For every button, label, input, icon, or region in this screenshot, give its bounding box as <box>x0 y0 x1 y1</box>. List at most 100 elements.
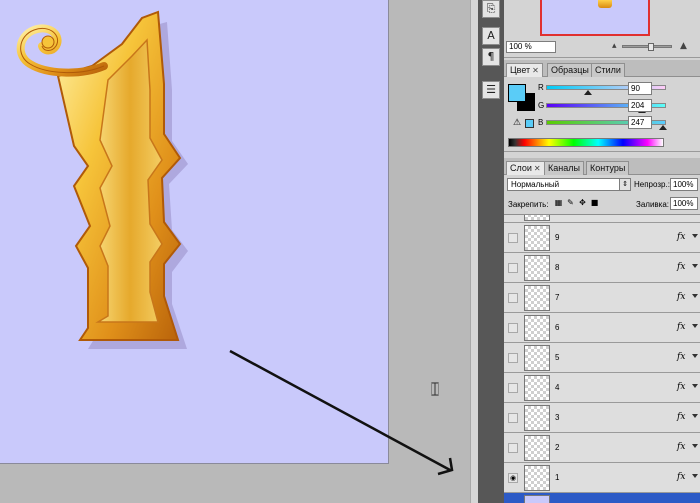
tab-swatches[interactable]: Образцы <box>547 63 593 77</box>
expand-arrow-icon[interactable] <box>692 264 698 268</box>
navigator-preview[interactable] <box>540 0 650 36</box>
red-value-field[interactable]: 90 <box>628 82 652 95</box>
visibility-toggle[interactable] <box>508 353 518 363</box>
tab-paths[interactable]: Контуры <box>586 161 630 175</box>
right-panels: 100 % ▴ ▲ Цвет ✕ Образцы Стили R 90 G 204… <box>504 0 700 503</box>
tab-channels-label: Каналы <box>548 163 580 173</box>
red-channel-label: R <box>538 83 544 92</box>
fx-icon[interactable]: fx <box>677 322 685 332</box>
green-channel-label: G <box>538 101 545 110</box>
layer-row[interactable]: 8 fx <box>504 253 700 283</box>
workspace <box>0 0 480 503</box>
zoom-out-icon[interactable]: ▴ <box>612 41 617 51</box>
layer-thumbnail <box>524 435 550 461</box>
visibility-toggle[interactable] <box>508 293 518 303</box>
layer-name: 4 <box>555 383 560 392</box>
zoom-field[interactable]: 100 % <box>506 41 556 53</box>
fx-icon[interactable]: fx <box>677 232 685 242</box>
visibility-toggle[interactable] <box>508 383 518 393</box>
tab-layers[interactable]: Слои ✕ <box>506 161 545 175</box>
blue-value-field[interactable]: 247 <box>628 116 652 129</box>
expand-arrow-icon[interactable] <box>692 324 698 328</box>
lock-label: Закрепить: <box>508 200 549 209</box>
tab-color[interactable]: Цвет ✕ <box>506 63 543 77</box>
close-icon[interactable]: ✕ <box>532 66 539 75</box>
visibility-toggle[interactable] <box>508 443 518 453</box>
layer-row-partial[interactable] <box>504 215 700 223</box>
foreground-color-swatch[interactable] <box>508 84 526 102</box>
eye-icon[interactable]: ◉ <box>508 473 518 483</box>
blue-slider-thumb[interactable] <box>659 125 667 130</box>
fill-field[interactable]: 100% <box>670 197 698 210</box>
visibility-toggle[interactable] <box>508 233 518 243</box>
fx-icon[interactable]: fx <box>677 352 685 362</box>
expand-arrow-icon[interactable] <box>692 474 698 478</box>
tab-color-label: Цвет <box>510 65 531 75</box>
fx-icon[interactable]: fx <box>677 412 685 422</box>
tab-styles[interactable]: Стили <box>591 63 625 77</box>
zoom-slider-track[interactable] <box>622 45 672 48</box>
paragraph-panel-icon[interactable]: ¶ <box>482 48 500 66</box>
layer-row[interactable]: ◉ 1 fx <box>504 463 700 493</box>
layer-row-selected[interactable]: ◉ <box>504 493 700 503</box>
layer-thumbnail <box>524 405 550 431</box>
chevron-down-icon[interactable]: ⇕ <box>619 178 631 191</box>
expand-arrow-icon[interactable] <box>692 414 698 418</box>
green-value-field[interactable]: 204 <box>628 99 652 112</box>
layer-thumbnail <box>524 315 550 341</box>
visibility-toggle[interactable] <box>508 323 518 333</box>
fx-icon[interactable]: fx <box>677 442 685 452</box>
expand-arrow-icon[interactable] <box>692 234 698 238</box>
character-panel-icon[interactable]: A <box>482 27 500 45</box>
layers-panel-tabs: Слои ✕ Каналы Контуры <box>504 158 700 175</box>
tab-paths-label: Контуры <box>590 163 626 173</box>
lock-pixels-icon[interactable]: ✎ <box>566 198 575 208</box>
expand-arrow-icon[interactable] <box>692 444 698 448</box>
zoom-slider-thumb[interactable] <box>648 43 654 51</box>
opacity-field[interactable]: 100% <box>670 178 698 191</box>
layer-row[interactable]: 7 fx <box>504 283 700 313</box>
layer-thumbnail <box>524 285 550 311</box>
layer-row[interactable]: 3 fx <box>504 403 700 433</box>
layer-list: 9 fx 8 fx 7 fx 6 fx 5 fx 4 fx 3 fx 2 fx … <box>504 214 700 503</box>
fx-icon[interactable]: fx <box>677 382 685 392</box>
fx-icon[interactable]: fx <box>677 262 685 272</box>
tab-styles-label: Стили <box>595 65 621 75</box>
layer-thumbnail <box>524 375 550 401</box>
panel-divider[interactable] <box>470 0 478 503</box>
warning-icon[interactable]: ⚠ <box>513 118 521 128</box>
red-slider-thumb[interactable] <box>584 90 592 95</box>
tab-channels[interactable]: Каналы <box>544 161 584 175</box>
layer-row[interactable]: 9 fx <box>504 223 700 253</box>
fx-icon[interactable]: fx <box>677 472 685 482</box>
tab-swatches-label: Образцы <box>551 65 589 75</box>
close-icon[interactable]: ✕ <box>534 164 541 173</box>
web-safe-color-swatch[interactable] <box>525 119 534 128</box>
color-spectrum-bar[interactable] <box>508 138 664 147</box>
layer-name: 1 <box>555 473 560 482</box>
fx-icon[interactable]: fx <box>677 292 685 302</box>
lock-position-icon[interactable]: ✥ <box>578 198 587 208</box>
layer-name: 6 <box>555 323 560 332</box>
expand-arrow-icon[interactable] <box>692 354 698 358</box>
layer-row[interactable]: 5 fx <box>504 343 700 373</box>
zoom-in-icon[interactable]: ▲ <box>680 41 687 51</box>
lock-all-icon[interactable]: ■ <box>590 198 599 208</box>
annotation-arrow <box>229 349 454 476</box>
layer-row[interactable]: 6 fx <box>504 313 700 343</box>
visibility-toggle[interactable] <box>508 263 518 273</box>
lock-transparency-icon[interactable]: ▦ <box>554 198 563 208</box>
color-panel-tabs: Цвет ✕ Образцы Стили <box>504 60 700 77</box>
expand-arrow-icon[interactable] <box>692 294 698 298</box>
blend-mode-select[interactable]: Нормальный <box>507 178 631 191</box>
color-panel: Цвет ✕ Образцы Стили R 90 G 204 B 247 ⚠ <box>504 60 700 152</box>
history-panel-icon[interactable]: ⎘ <box>482 0 500 18</box>
visibility-toggle[interactable] <box>508 413 518 423</box>
blue-channel-label: B <box>538 118 544 127</box>
layer-name: 5 <box>555 353 560 362</box>
info-panel-icon[interactable]: ☰ <box>482 81 500 99</box>
layer-row[interactable]: 4 fx <box>504 373 700 403</box>
layer-name: 3 <box>555 413 560 422</box>
layer-row[interactable]: 2 fx <box>504 433 700 463</box>
expand-arrow-icon[interactable] <box>692 384 698 388</box>
